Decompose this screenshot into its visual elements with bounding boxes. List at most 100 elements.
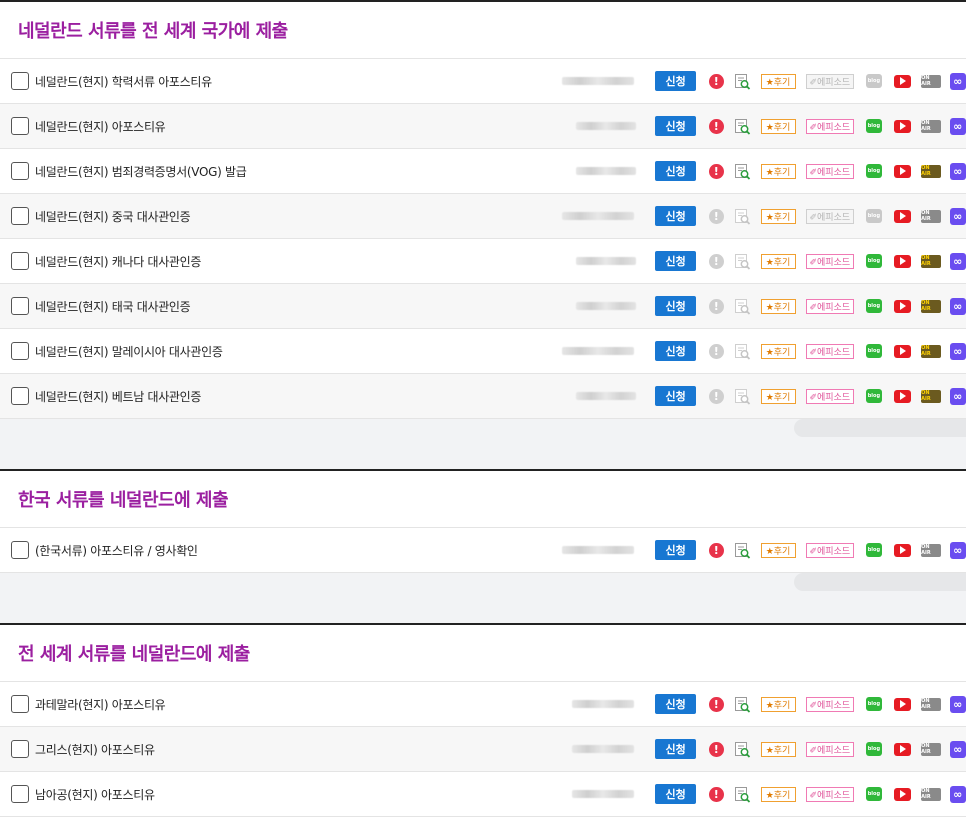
- youtube-icon[interactable]: [893, 119, 912, 133]
- apply-button[interactable]: 신청: [655, 694, 696, 714]
- review-button[interactable]: ★후기: [760, 253, 796, 269]
- link-icon[interactable]: ∞: [949, 162, 966, 180]
- blog-icon[interactable]: blog: [866, 74, 882, 88]
- alert-icon[interactable]: !: [708, 542, 724, 558]
- link-icon[interactable]: ∞: [949, 117, 966, 135]
- youtube-icon[interactable]: [893, 697, 912, 711]
- alert-icon[interactable]: !: [708, 696, 724, 712]
- apply-button[interactable]: 신청: [655, 386, 696, 406]
- episode-button[interactable]: ✐에피소드: [805, 696, 855, 712]
- row-checkbox[interactable]: [11, 207, 29, 225]
- review-button[interactable]: ★후기: [760, 298, 796, 314]
- document-search-icon[interactable]: [734, 163, 751, 180]
- document-search-icon[interactable]: [734, 343, 751, 360]
- row-checkbox[interactable]: [11, 387, 29, 405]
- review-button[interactable]: ★후기: [760, 696, 796, 712]
- document-search-icon[interactable]: [734, 741, 751, 758]
- tv-icon[interactable]: ON AIR: [921, 742, 941, 756]
- episode-button[interactable]: ✐에피소드: [805, 73, 855, 89]
- apply-button[interactable]: 신청: [655, 116, 696, 136]
- document-search-icon[interactable]: [734, 696, 751, 713]
- review-button[interactable]: ★후기: [760, 786, 796, 802]
- blog-icon[interactable]: blog: [866, 543, 882, 557]
- youtube-icon[interactable]: [893, 543, 912, 557]
- link-icon[interactable]: ∞: [949, 785, 966, 803]
- blog-icon[interactable]: blog: [866, 742, 882, 756]
- apply-button[interactable]: 신청: [655, 161, 696, 181]
- review-button[interactable]: ★후기: [760, 163, 796, 179]
- episode-button[interactable]: ✐에피소드: [805, 118, 855, 134]
- blog-icon[interactable]: blog: [866, 299, 882, 313]
- row-checkbox[interactable]: [11, 72, 29, 90]
- row-checkbox[interactable]: [11, 695, 29, 713]
- episode-button[interactable]: ✐에피소드: [805, 786, 855, 802]
- episode-button[interactable]: ✐에피소드: [805, 343, 855, 359]
- link-icon[interactable]: ∞: [949, 541, 966, 559]
- blog-icon[interactable]: blog: [866, 344, 882, 358]
- episode-button[interactable]: ✐에피소드: [805, 741, 855, 757]
- episode-button[interactable]: ✐에피소드: [805, 163, 855, 179]
- link-icon[interactable]: ∞: [949, 695, 966, 713]
- document-search-icon[interactable]: [734, 298, 751, 315]
- youtube-icon[interactable]: [893, 209, 912, 223]
- alert-icon[interactable]: !: [708, 388, 724, 404]
- apply-button[interactable]: 신청: [655, 206, 696, 226]
- row-checkbox[interactable]: [11, 541, 29, 559]
- document-search-icon[interactable]: [734, 73, 751, 90]
- alert-icon[interactable]: !: [708, 208, 724, 224]
- review-button[interactable]: ★후기: [760, 542, 796, 558]
- blog-icon[interactable]: blog: [866, 254, 882, 268]
- apply-button[interactable]: 신청: [655, 251, 696, 271]
- tv-icon[interactable]: ON AIR: [921, 389, 941, 403]
- tv-icon[interactable]: ON AIR: [921, 119, 941, 133]
- link-icon[interactable]: ∞: [949, 342, 966, 360]
- episode-button[interactable]: ✐에피소드: [805, 208, 855, 224]
- review-button[interactable]: ★후기: [760, 73, 796, 89]
- apply-button[interactable]: 신청: [655, 784, 696, 804]
- youtube-icon[interactable]: [893, 254, 912, 268]
- link-icon[interactable]: ∞: [949, 740, 966, 758]
- tv-icon[interactable]: ON AIR: [921, 697, 941, 711]
- document-search-icon[interactable]: [734, 253, 751, 270]
- tv-icon[interactable]: ON AIR: [921, 299, 941, 313]
- youtube-icon[interactable]: [893, 344, 912, 358]
- row-checkbox[interactable]: [11, 252, 29, 270]
- link-icon[interactable]: ∞: [949, 72, 966, 90]
- review-button[interactable]: ★후기: [760, 388, 796, 404]
- blog-icon[interactable]: blog: [866, 787, 882, 801]
- episode-button[interactable]: ✐에피소드: [805, 542, 855, 558]
- tv-icon[interactable]: ON AIR: [921, 254, 941, 268]
- youtube-icon[interactable]: [893, 74, 912, 88]
- tv-icon[interactable]: ON AIR: [921, 209, 941, 223]
- episode-button[interactable]: ✐에피소드: [805, 388, 855, 404]
- link-icon[interactable]: ∞: [949, 297, 966, 315]
- document-search-icon[interactable]: [734, 786, 751, 803]
- alert-icon[interactable]: !: [708, 118, 724, 134]
- review-button[interactable]: ★후기: [760, 741, 796, 757]
- blog-icon[interactable]: blog: [866, 697, 882, 711]
- alert-icon[interactable]: !: [708, 298, 724, 314]
- alert-icon[interactable]: !: [708, 741, 724, 757]
- blog-icon[interactable]: blog: [866, 164, 882, 178]
- document-search-icon[interactable]: [734, 118, 751, 135]
- alert-icon[interactable]: !: [708, 343, 724, 359]
- apply-button[interactable]: 신청: [655, 71, 696, 91]
- row-checkbox[interactable]: [11, 297, 29, 315]
- link-icon[interactable]: ∞: [949, 207, 966, 225]
- row-checkbox[interactable]: [11, 785, 29, 803]
- link-icon[interactable]: ∞: [949, 252, 966, 270]
- apply-button[interactable]: 신청: [655, 341, 696, 361]
- document-search-icon[interactable]: [734, 388, 751, 405]
- youtube-icon[interactable]: [893, 299, 912, 313]
- apply-button[interactable]: 신청: [655, 296, 696, 316]
- alert-icon[interactable]: !: [708, 253, 724, 269]
- blog-icon[interactable]: blog: [866, 389, 882, 403]
- row-checkbox[interactable]: [11, 162, 29, 180]
- alert-icon[interactable]: !: [708, 786, 724, 802]
- document-search-icon[interactable]: [734, 542, 751, 559]
- tv-icon[interactable]: ON AIR: [921, 344, 941, 358]
- review-button[interactable]: ★후기: [760, 118, 796, 134]
- apply-button[interactable]: 신청: [655, 540, 696, 560]
- episode-button[interactable]: ✐에피소드: [805, 253, 855, 269]
- row-checkbox[interactable]: [11, 117, 29, 135]
